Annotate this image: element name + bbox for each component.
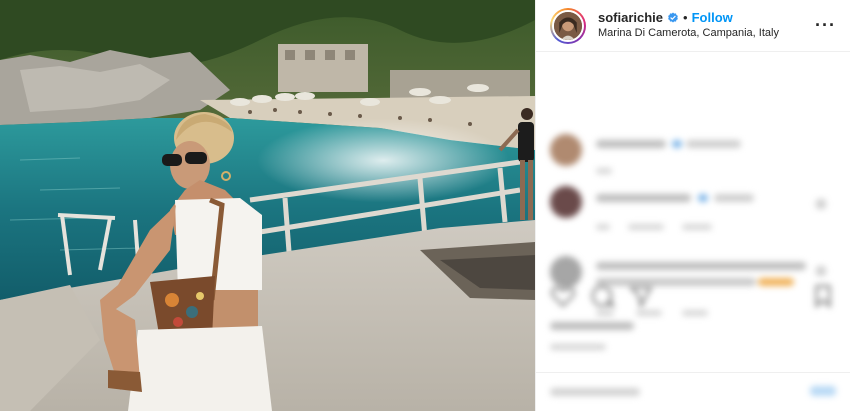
verified-badge-icon (668, 12, 678, 23)
comment-like-icon[interactable] (816, 266, 826, 276)
comment-avatar (550, 186, 582, 218)
comment-text (672, 140, 682, 148)
divider (536, 372, 850, 373)
avatar[interactable] (550, 7, 586, 44)
comment-text (596, 194, 691, 202)
post-photo[interactable] (0, 0, 535, 411)
likes-count[interactable] (550, 322, 634, 330)
bookmark-icon[interactable] (810, 283, 836, 309)
post-header: sofiarichie • Follow Marina Di Camerota,… (536, 0, 850, 52)
location-link[interactable]: Marina Di Camerota, Campania, Italy (598, 27, 779, 41)
post-comment-button[interactable] (810, 386, 836, 396)
comment-text (686, 140, 741, 148)
add-comment-input[interactable] (550, 388, 640, 396)
action-bar (550, 283, 836, 313)
comment-text (698, 194, 708, 202)
separator-dot: • (683, 10, 688, 25)
comment-meta (596, 224, 610, 230)
comment-meta (628, 224, 664, 230)
heart-icon[interactable] (550, 283, 576, 309)
comment-avatar (550, 134, 582, 166)
post-date (550, 344, 606, 350)
more-options-icon[interactable]: ··· (815, 16, 836, 34)
comment-icon[interactable] (590, 283, 616, 309)
profile-photo-icon (554, 11, 582, 40)
share-icon[interactable] (628, 283, 654, 309)
header-text: sofiarichie • Follow Marina Di Camerota,… (598, 10, 779, 41)
comment-text (596, 140, 666, 148)
comment-text (596, 262, 806, 270)
beach-photo-image (0, 0, 535, 411)
username-link[interactable]: sofiarichie (598, 10, 663, 26)
comment-text (714, 194, 754, 202)
comment-meta (596, 168, 612, 174)
follow-button[interactable]: Follow (692, 10, 733, 26)
comment-like-icon[interactable] (816, 199, 826, 209)
post-side-panel: sofiarichie • Follow Marina Di Camerota,… (535, 0, 850, 411)
comment-meta (682, 224, 712, 230)
